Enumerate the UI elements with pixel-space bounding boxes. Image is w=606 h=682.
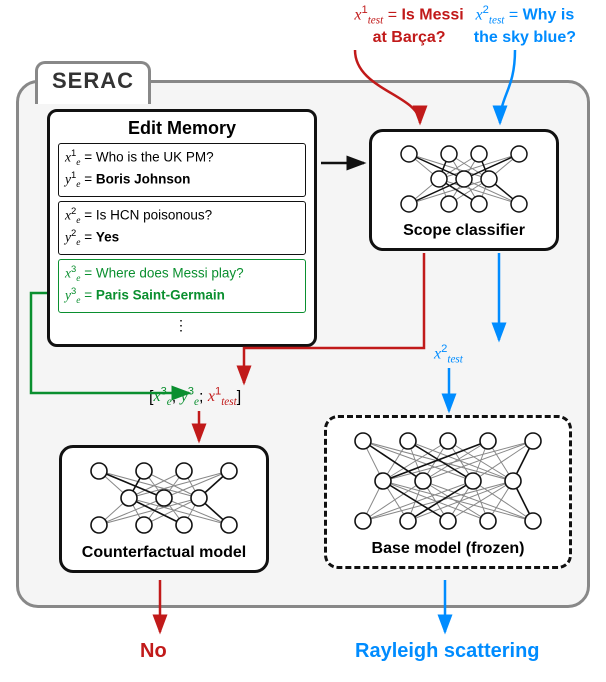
serac-container: SERAC Edit Memory x1e = Who is the UK PM…: [16, 80, 590, 608]
x-test-1: x1test = Is Messi at Barça?: [354, 4, 463, 62]
base-model-nn-icon: [337, 426, 559, 536]
counterfactual-model-label: Counterfactual model: [72, 544, 256, 562]
test-inputs-row: x1test = Is Messi at Barça? x2test = Why…: [0, 4, 606, 62]
concat-tuple-label: [x3e; y3e; x1test]: [149, 386, 241, 409]
edit-memory-entry-1: x1e = Who is the UK PM? y1e = Boris John…: [58, 143, 306, 197]
counterfactual-model-nn-icon: [72, 456, 256, 540]
scope-classifier-box: Scope classifier: [369, 129, 559, 251]
edit-memory-title: Edit Memory: [58, 118, 306, 139]
base-model-box: Base model (frozen): [324, 415, 572, 569]
x-test-2: x2test = Why is the sky blue?: [474, 4, 576, 62]
pass-through-label: x2test: [434, 343, 463, 366]
scope-classifier-nn-icon: [382, 140, 546, 218]
edit-memory-entry-3-matched: x3e = Where does Messi play? y3e = Paris…: [58, 259, 306, 313]
scope-classifier-label: Scope classifier: [382, 222, 546, 240]
serac-title: SERAC: [35, 61, 151, 104]
output-left: No: [140, 640, 167, 663]
edit-memory-entry-2: x2e = Is HCN poisonous? y2e = Yes: [58, 201, 306, 255]
base-model-label: Base model (frozen): [337, 540, 559, 558]
edit-memory-ellipsis: ⋮: [58, 317, 306, 334]
counterfactual-model-box: Counterfactual model: [59, 445, 269, 573]
edit-memory-box: Edit Memory x1e = Who is the UK PM? y1e …: [47, 109, 317, 347]
output-right: Rayleigh scattering: [355, 640, 540, 663]
